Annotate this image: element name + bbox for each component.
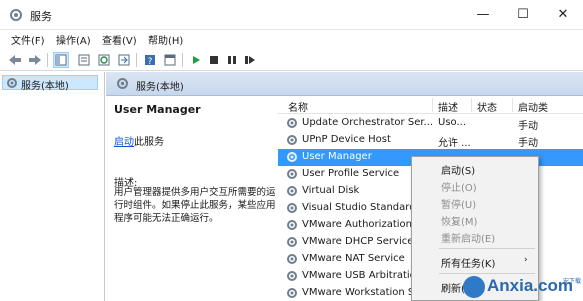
- gear-icon: [116, 77, 129, 93]
- site-watermark: Anxia.com 安下载: [463, 273, 583, 301]
- service-startup: 手动: [518, 138, 538, 149]
- watermark-logo-icon: [463, 276, 485, 298]
- close-button[interactable]: ✕: [543, 0, 583, 30]
- ctx-stop[interactable]: 停止(O): [441, 179, 477, 194]
- start-service-suffix: 此服务: [134, 137, 164, 148]
- column-startup[interactable]: 启动类: [518, 99, 548, 114]
- selected-service-title: User Manager: [114, 103, 201, 116]
- restart-icon[interactable]: [242, 52, 258, 68]
- ctx-pause[interactable]: 暂停(U): [441, 196, 476, 211]
- table-row[interactable]: Update Orchestrator Ser... Uso... 手动: [278, 115, 583, 132]
- maximize-button[interactable]: ☐: [503, 0, 543, 30]
- gear-icon: [286, 236, 298, 251]
- watermark-subtext: 安下载: [563, 278, 582, 285]
- console-tree: 服务(本地): [0, 72, 105, 301]
- help-icon[interactable]: ?: [142, 52, 158, 68]
- column-name[interactable]: 名称: [288, 99, 308, 114]
- pause-icon[interactable]: [224, 52, 240, 68]
- svg-text:?: ?: [148, 57, 153, 66]
- toolbar: ?: [0, 49, 583, 71]
- column-divider[interactable]: [512, 98, 513, 112]
- show-tree-icon[interactable]: [53, 52, 69, 68]
- ctx-all-tasks[interactable]: 所有任务(K): [441, 255, 495, 270]
- stop-icon[interactable]: [206, 52, 222, 68]
- console-icon[interactable]: [162, 52, 178, 68]
- tree-item-services-local[interactable]: 服务(本地): [2, 75, 98, 92]
- submenu-arrow-icon: ›: [524, 255, 528, 265]
- refresh-icon[interactable]: [96, 52, 112, 68]
- ctx-separator: [439, 248, 535, 249]
- gear-icon: [286, 168, 298, 183]
- service-name: Update Orchestrator Ser...: [302, 117, 434, 128]
- service-description: 允许 ...: [438, 138, 471, 149]
- gear-icon: [286, 151, 298, 166]
- watermark-text: Anxia.com: [487, 276, 573, 295]
- services-app-icon: [9, 8, 23, 22]
- start-service-link[interactable]: 启动: [114, 137, 134, 148]
- minimize-button[interactable]: —: [463, 0, 503, 30]
- title-bar: 服务 — ☐ ✕: [0, 0, 583, 30]
- gear-icon: [286, 219, 298, 234]
- panel-header-title: 服务(本地): [136, 82, 184, 93]
- menu-file[interactable]: 文件(F): [11, 32, 45, 47]
- gear-icon: [286, 253, 298, 268]
- service-startup: 手动: [518, 121, 538, 132]
- forward-icon[interactable]: [27, 52, 43, 68]
- column-header: 名称 描述 状态 启动类: [278, 96, 583, 114]
- column-divider[interactable]: [471, 98, 472, 112]
- gear-icon: [286, 287, 298, 301]
- column-description[interactable]: 描述: [438, 99, 458, 114]
- toolbar-divider: [136, 53, 137, 67]
- start-icon[interactable]: [188, 52, 204, 68]
- menu-view[interactable]: 查看(V): [102, 32, 137, 47]
- column-status[interactable]: 状态: [477, 99, 497, 114]
- ctx-resume[interactable]: 恢复(M): [441, 213, 477, 228]
- column-divider[interactable]: [432, 98, 433, 112]
- service-name: UPnP Device Host: [302, 134, 391, 145]
- back-icon[interactable]: [7, 52, 23, 68]
- table-row[interactable]: UPnP Device Host 允许 ... 手动: [278, 132, 583, 149]
- service-description: Uso...: [438, 117, 467, 128]
- menu-help[interactable]: 帮助(H): [148, 32, 183, 47]
- menu-bar: 文件(F) 操作(A) 查看(V) 帮助(H): [0, 30, 583, 49]
- window-title: 服务: [30, 10, 52, 23]
- ctx-restart[interactable]: 重新启动(E): [441, 230, 495, 245]
- gear-icon: [6, 77, 18, 92]
- panel-header: 服务(本地): [106, 72, 583, 96]
- gear-icon: [286, 270, 298, 285]
- gear-icon: [286, 202, 298, 217]
- tree-item-label: 服务(本地): [21, 81, 69, 92]
- gear-icon: [286, 117, 298, 132]
- ctx-start[interactable]: 启动(S): [441, 162, 475, 177]
- gear-icon: [286, 185, 298, 200]
- description-text: 用户管理器提供多用户交互所需要的运行时组件。如果停止此服务，某些应用程序可能无法…: [114, 187, 276, 224]
- gear-icon: [286, 134, 298, 149]
- export-icon[interactable]: [116, 52, 132, 68]
- description-pane: User Manager 启动此服务 描述: 用户管理器提供多用户交互所需要的运…: [106, 96, 281, 301]
- start-service-line: 启动此服务: [114, 133, 164, 148]
- toolbar-divider: [47, 53, 48, 67]
- properties-icon[interactable]: [76, 52, 92, 68]
- toolbar-divider: [182, 53, 183, 67]
- menu-action[interactable]: 操作(A): [56, 32, 91, 47]
